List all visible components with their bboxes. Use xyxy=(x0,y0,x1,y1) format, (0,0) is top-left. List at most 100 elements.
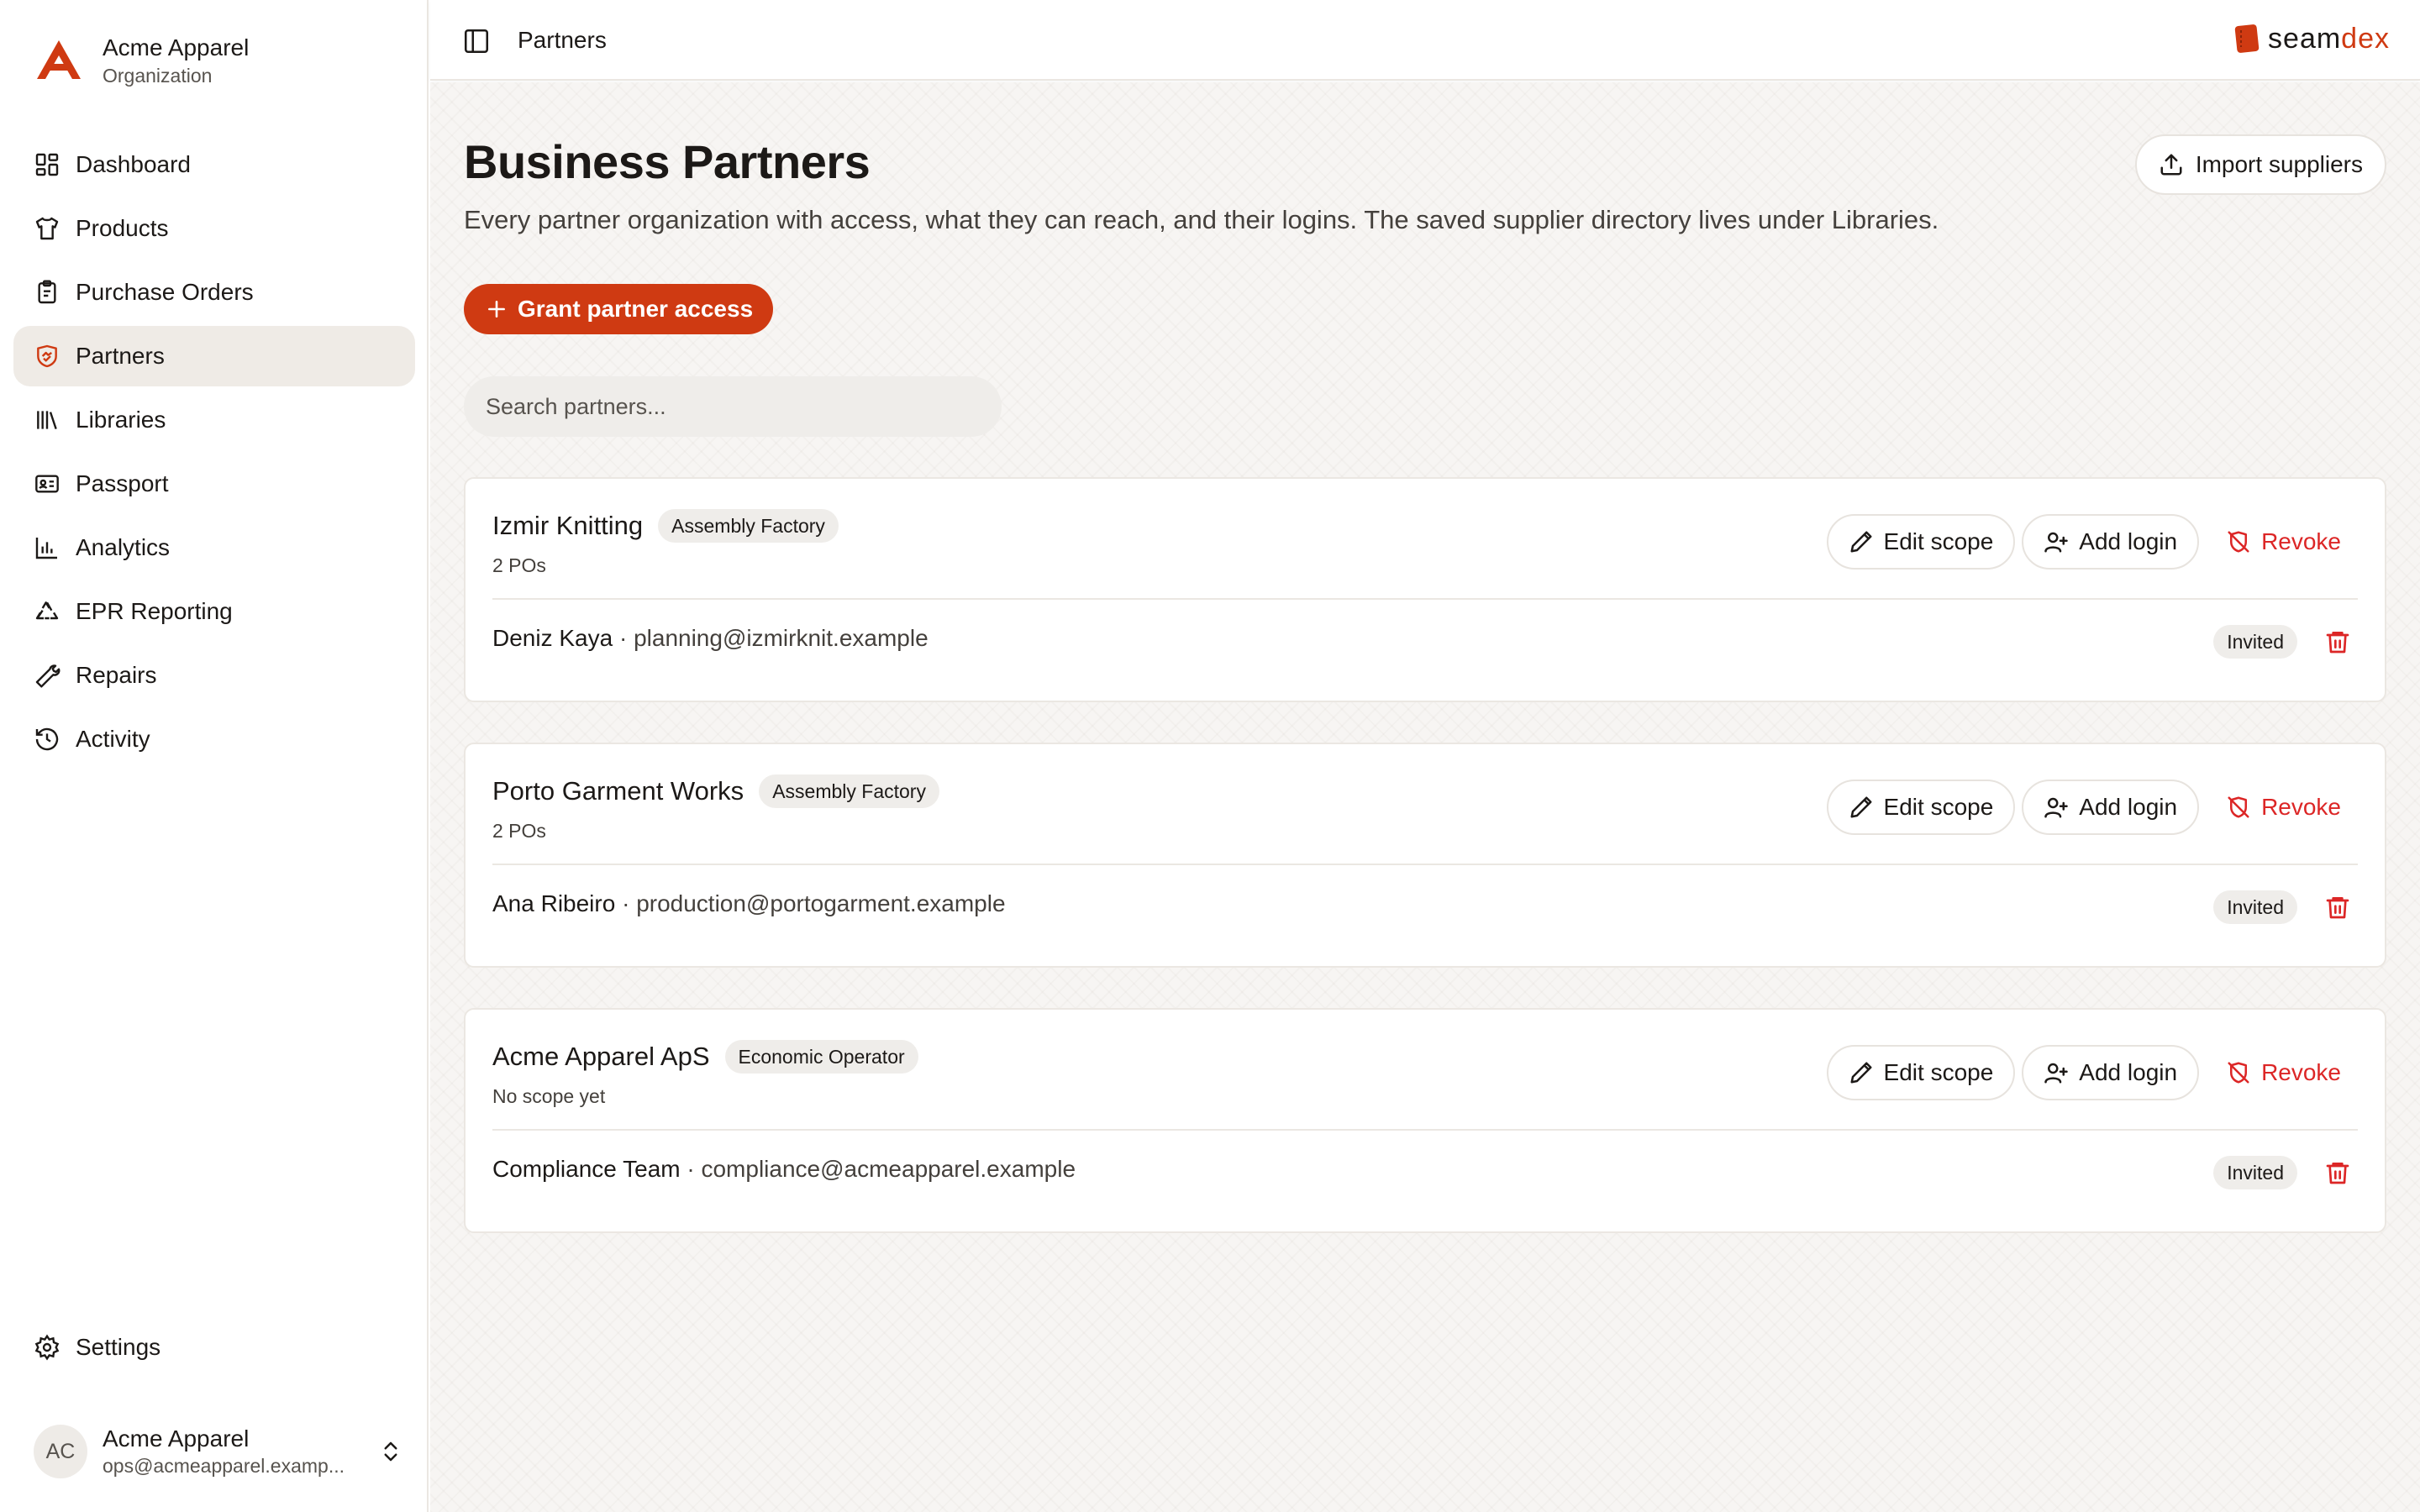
add-login-button[interactable]: Add login xyxy=(2022,1045,2200,1100)
page-description: Every partner organization with access, … xyxy=(464,205,1939,234)
plus-icon xyxy=(488,301,505,318)
pencil-icon xyxy=(1850,796,1872,818)
brand-wordmark-part1: seam xyxy=(2268,22,2342,55)
partner-role-badge: Assembly Factory xyxy=(658,509,839,543)
edit-scope-label: Edit scope xyxy=(1883,1059,1994,1085)
partner-role-badge: Economic Operator xyxy=(724,1040,918,1074)
user-plus-icon xyxy=(2044,797,2069,818)
partner-scope: 2 POs xyxy=(492,554,546,576)
divider xyxy=(492,1129,2358,1131)
sidebar-item-products[interactable]: Products xyxy=(13,198,415,259)
partner-name: Acme Apparel ApS xyxy=(492,1042,710,1071)
status-badge: Invited xyxy=(2213,625,2297,659)
trash-icon[interactable] xyxy=(2324,628,2351,655)
org-name: Acme Apparel xyxy=(103,34,250,60)
trash-icon[interactable] xyxy=(2324,894,2351,921)
partner-name: Izmir Knitting xyxy=(492,511,644,540)
revoke-button[interactable]: Revoke xyxy=(2206,1045,2361,1100)
edit-scope-button[interactable]: Edit scope xyxy=(1826,780,2016,835)
revoke-label: Revoke xyxy=(2261,528,2341,554)
import-suppliers-label: Import suppliers xyxy=(2195,151,2363,177)
sidebar-item-libraries[interactable]: Libraries xyxy=(13,390,415,450)
sidebar-item-epr-reporting[interactable]: EPR Reporting xyxy=(13,581,415,642)
org-text: Acme Apparel Organization xyxy=(103,33,249,88)
divider xyxy=(492,864,2358,865)
partner-actions: Edit scope Add login Revoke xyxy=(1826,1045,2361,1100)
sidebar-toggle-icon[interactable] xyxy=(462,27,491,55)
add-login-label: Add login xyxy=(2079,528,2178,554)
pencil-icon xyxy=(1850,1062,1872,1084)
partner-actions: Edit scope Add login Revoke xyxy=(1826,780,2361,835)
add-login-label: Add login xyxy=(2079,1059,2178,1085)
sidebar-item-partners[interactable]: Partners xyxy=(13,326,415,386)
sidebar-item-dashboard[interactable]: Dashboard xyxy=(13,134,415,195)
user-info: Acme Apparel ops@acmeapparel.examp... xyxy=(103,1425,363,1478)
edit-scope-button[interactable]: Edit scope xyxy=(1826,514,2016,570)
status-badge: Invited xyxy=(2213,1156,2297,1189)
divider xyxy=(492,598,2358,600)
edit-scope-button[interactable]: Edit scope xyxy=(1826,1045,2016,1100)
partner-header: Acme Apparel ApS Economic Operator xyxy=(492,1040,918,1074)
partner-card: Izmir Knitting Assembly Factory 2 POs Ed… xyxy=(464,477,2386,702)
main-content: Business Partners Every partner organiza… xyxy=(430,82,2420,1512)
recycle-icon xyxy=(35,601,59,620)
shield-off-icon xyxy=(2228,531,2249,553)
search-input[interactable] xyxy=(464,376,1002,437)
bar-chart-icon xyxy=(35,538,57,559)
avatar: AC xyxy=(34,1425,87,1478)
dashboard-icon xyxy=(35,153,59,176)
shield-off-icon xyxy=(2228,1062,2249,1084)
seamdex-mark-icon xyxy=(2234,24,2260,53)
history-icon xyxy=(35,727,59,751)
sidebar-item-label: Passport xyxy=(76,470,169,496)
org-switcher[interactable]: Acme Apparel Organization xyxy=(34,29,249,92)
id-card-icon xyxy=(35,475,59,493)
org-type: Organization xyxy=(103,65,213,87)
sidebar-nav: Dashboard Products Purchase Orders Partn… xyxy=(13,134,415,773)
sidebar-item-label: Settings xyxy=(76,1334,161,1360)
login-name: Compliance Team xyxy=(492,1156,681,1182)
edit-scope-label: Edit scope xyxy=(1883,528,1994,554)
brand-wordmark: seamdex xyxy=(2268,23,2390,55)
sidebar-item-label: Products xyxy=(76,215,169,241)
user-name: Acme Apparel xyxy=(103,1425,250,1452)
grant-partner-access-label: Grant partner access xyxy=(518,296,754,322)
login-email: · compliance@acmeapparel.example xyxy=(687,1156,1076,1182)
sidebar-item-settings[interactable]: Settings xyxy=(13,1317,415,1378)
grant-partner-access-button[interactable]: Grant partner access xyxy=(464,284,774,334)
login-row: Ana Ribeiro · production@portogarment.ex… xyxy=(492,889,1006,919)
wrench-icon xyxy=(35,664,60,688)
add-login-button[interactable]: Add login xyxy=(2022,514,2200,570)
import-suppliers-button[interactable]: Import suppliers xyxy=(2134,134,2386,195)
sidebar-item-label: Partners xyxy=(76,343,165,369)
sidebar-item-activity[interactable]: Activity xyxy=(13,709,415,769)
sidebar-item-label: Repairs xyxy=(76,662,157,688)
handshake-icon xyxy=(37,344,57,368)
shirt-icon xyxy=(35,217,59,240)
library-icon xyxy=(37,411,57,430)
user-menu[interactable]: AC Acme Apparel ops@acmeapparel.examp... xyxy=(34,1421,403,1482)
pencil-icon xyxy=(1850,531,1872,553)
sidebar-item-label: Dashboard xyxy=(76,151,191,177)
sidebar-item-repairs[interactable]: Repairs xyxy=(13,645,415,706)
sidebar-item-purchase-orders[interactable]: Purchase Orders xyxy=(13,262,415,323)
status-badge: Invited xyxy=(2213,890,2297,924)
acme-logo-icon xyxy=(37,40,81,79)
partner-scope: 2 POs xyxy=(492,820,546,842)
add-login-button[interactable]: Add login xyxy=(2022,780,2200,835)
gear-icon xyxy=(34,1334,60,1361)
partner-name: Porto Garment Works xyxy=(492,776,744,806)
add-login-label: Add login xyxy=(2079,794,2178,820)
shield-off-icon xyxy=(2228,796,2249,818)
revoke-label: Revoke xyxy=(2261,1059,2341,1085)
trash-icon[interactable] xyxy=(2324,1159,2351,1186)
login-name: Ana Ribeiro xyxy=(492,890,616,916)
login-name: Deniz Kaya xyxy=(492,625,613,651)
revoke-button[interactable]: Revoke xyxy=(2206,514,2361,570)
sidebar-bottom-nav: Settings xyxy=(13,1317,415,1381)
sidebar-item-analytics[interactable]: Analytics xyxy=(13,517,415,578)
sidebar-item-passport[interactable]: Passport xyxy=(13,454,415,514)
clipboard-icon xyxy=(38,280,56,304)
brand-wordmark-part2: dex xyxy=(2341,22,2390,55)
revoke-button[interactable]: Revoke xyxy=(2206,780,2361,835)
